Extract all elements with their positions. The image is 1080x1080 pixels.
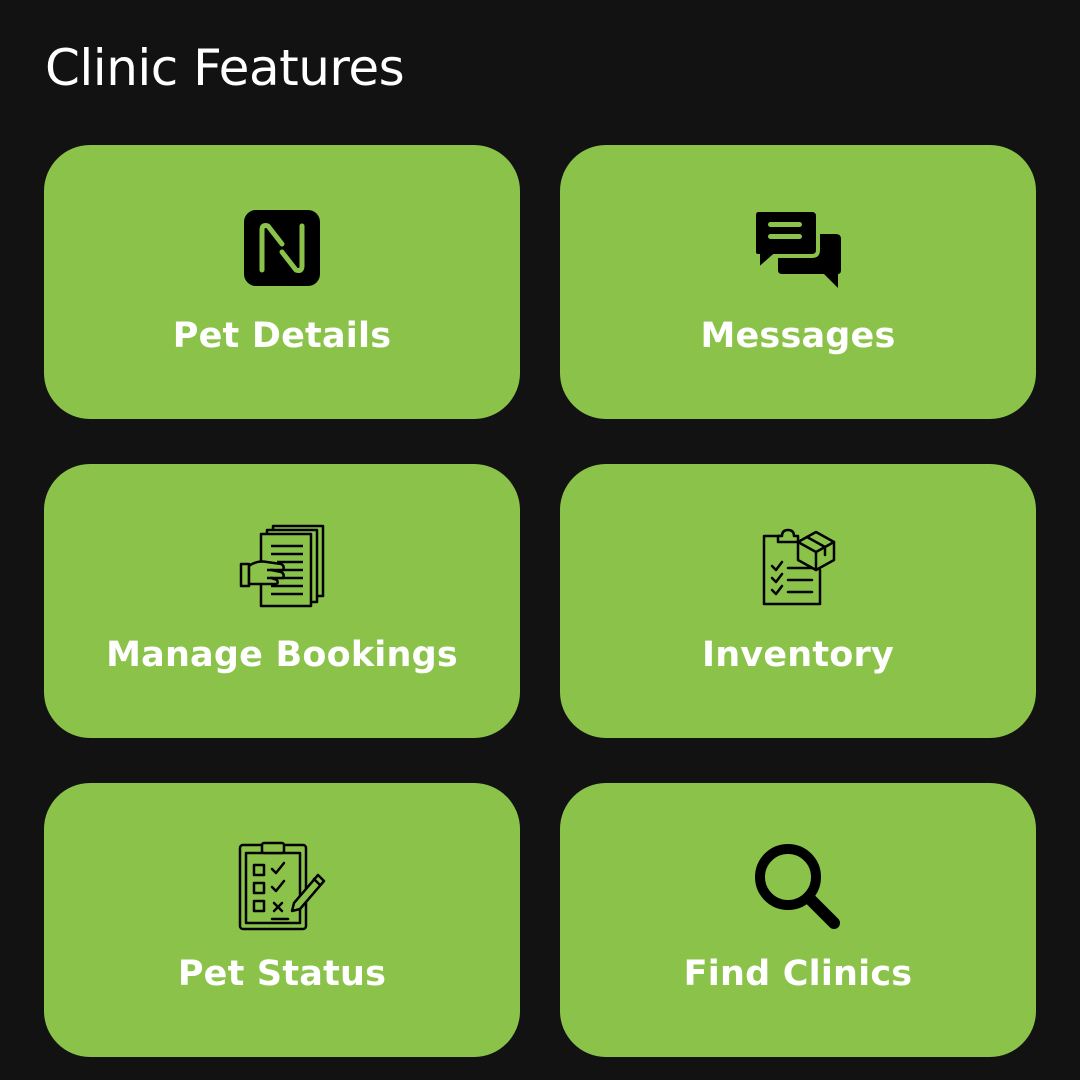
nfc-icon: [232, 203, 332, 293]
search-icon: [748, 841, 848, 931]
features-grid: Pet Details Messages Manage Bookings Inv…: [44, 145, 1036, 1057]
chat-bubbles-icon: [748, 203, 848, 293]
inventory-button[interactable]: Inventory: [560, 464, 1036, 738]
manage-bookings-button[interactable]: Manage Bookings: [44, 464, 520, 738]
clipboard-checklist-icon: [232, 841, 332, 931]
clipboard-package-icon: [748, 522, 848, 612]
find-clinics-label: Find Clinics: [683, 954, 913, 994]
messages-button[interactable]: Messages: [560, 145, 1036, 419]
pet-details-label: Pet Details: [172, 316, 392, 356]
manage-bookings-label: Manage Bookings: [106, 635, 458, 675]
pet-details-button[interactable]: Pet Details: [44, 145, 520, 419]
page-title: Clinic Features: [45, 39, 405, 97]
inventory-label: Inventory: [701, 635, 895, 675]
clinic-features-screen: Clinic Features Pet Details Messages Man…: [0, 0, 1080, 1080]
find-clinics-button[interactable]: Find Clinics: [560, 783, 1036, 1057]
pet-status-button[interactable]: Pet Status: [44, 783, 520, 1057]
hand-documents-icon: [232, 522, 332, 612]
messages-label: Messages: [700, 316, 896, 356]
pet-status-label: Pet Status: [177, 954, 387, 994]
